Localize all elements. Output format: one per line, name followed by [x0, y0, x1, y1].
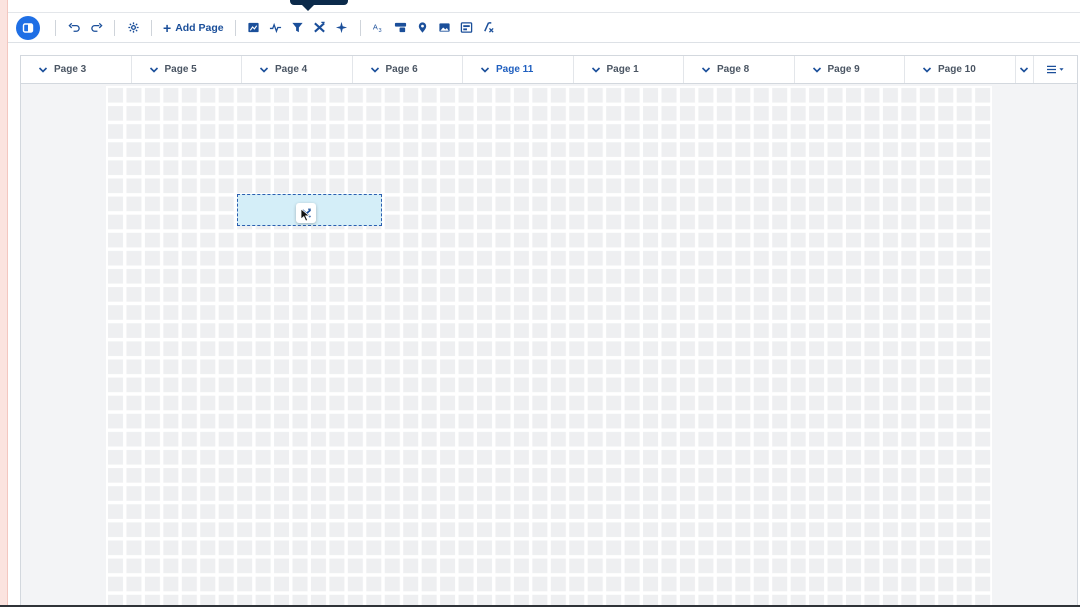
- tab-page-5[interactable]: Page 5: [132, 56, 242, 83]
- add-page-button[interactable]: + Add Page: [159, 16, 228, 40]
- tab-label: Page 4: [275, 64, 308, 75]
- panel-toggle-button[interactable]: [16, 15, 40, 40]
- line-chart-button[interactable]: [265, 16, 287, 40]
- tooltip: [290, 0, 348, 5]
- function-button[interactable]: [478, 16, 500, 40]
- line-chart-icon: [270, 22, 282, 34]
- caret-down-icon: [1059, 68, 1064, 71]
- tab-page-9[interactable]: Page 9: [795, 56, 905, 83]
- tooltip-arrow: [302, 5, 314, 11]
- hamburger-menu-icon: [1047, 65, 1057, 74]
- text-button[interactable]: A3: [368, 16, 390, 40]
- chevron-down-icon[interactable]: [812, 65, 822, 75]
- redo-button[interactable]: [85, 16, 107, 40]
- chevron-down-icon[interactable]: [1019, 65, 1029, 75]
- chevron-down-icon[interactable]: [259, 65, 269, 75]
- tab-page-10[interactable]: Page 10: [905, 56, 1016, 83]
- map-pin-icon: [418, 22, 427, 33]
- chevron-down-icon[interactable]: [149, 65, 159, 75]
- toolbar-divider: [234, 19, 236, 36]
- toolbar-divider: [151, 19, 152, 36]
- tab-label: Page 3: [54, 64, 87, 75]
- image-button[interactable]: [434, 16, 456, 40]
- shapes-button[interactable]: [390, 16, 412, 40]
- tab-page-8[interactable]: Page 8: [684, 56, 795, 83]
- function-icon: [484, 22, 494, 33]
- tab-page-11[interactable]: Page 11: [463, 56, 574, 83]
- tab-page-1[interactable]: Page 1: [574, 56, 684, 83]
- left-edge-strip: [0, 0, 8, 607]
- settings-icon: [127, 22, 139, 33]
- layout-grid[interactable]: [106, 86, 992, 605]
- image-icon: [439, 23, 450, 32]
- filter-icon: [292, 22, 303, 33]
- tab-page-6[interactable]: Page 6: [353, 56, 463, 83]
- add-page-label: Add Page: [175, 21, 224, 34]
- chevron-down-icon[interactable]: [591, 65, 601, 75]
- map-button[interactable]: [412, 16, 434, 40]
- table-button[interactable]: [456, 16, 478, 40]
- svg-text:A: A: [373, 22, 378, 31]
- toolbar: + Add Page A3: [8, 13, 1080, 43]
- panel-icon: [22, 22, 34, 33]
- text-icon: A3: [373, 22, 382, 34]
- add-icon: +: [163, 19, 172, 36]
- toolbar-divider: [55, 19, 56, 36]
- tab-label: Page 8: [717, 64, 750, 75]
- formula-icon: [314, 21, 325, 33]
- top-strip: [8, 0, 1080, 13]
- tab-page-4[interactable]: Page 4: [242, 56, 353, 83]
- sparkle-button[interactable]: [331, 16, 353, 40]
- tab-label: Page 1: [606, 64, 639, 75]
- tab-label: Page 6: [385, 64, 418, 75]
- undo-icon: [67, 22, 80, 32]
- tab-label: Page 10: [938, 64, 976, 75]
- tab-label: Page 5: [164, 64, 197, 75]
- chart-icon: [248, 22, 259, 33]
- formula-button[interactable]: [309, 16, 331, 40]
- shapes-icon: [395, 22, 407, 33]
- chart-button[interactable]: [243, 16, 265, 40]
- chevron-down-icon[interactable]: [480, 65, 490, 75]
- chevron-down-icon[interactable]: [701, 65, 711, 75]
- page-tab-bar: Page 3 Page 5 Page 4 Page 6 Page 11 Page…: [20, 55, 1078, 84]
- chevron-down-icon[interactable]: [38, 65, 48, 75]
- filter-button[interactable]: [287, 16, 309, 40]
- undo-button[interactable]: [63, 16, 85, 40]
- tab-label: Page 11: [496, 64, 534, 75]
- redo-icon: [90, 22, 103, 32]
- tab-page-3[interactable]: Page 3: [21, 56, 132, 83]
- svg-text:3: 3: [379, 28, 382, 34]
- tab-overflow[interactable]: [1016, 56, 1034, 83]
- tab-label: Page 9: [827, 64, 860, 75]
- toolbar-divider: [114, 19, 115, 36]
- chevron-down-icon[interactable]: [370, 65, 380, 75]
- mouse-cursor-icon: [300, 208, 311, 222]
- chevron-down-icon[interactable]: [922, 65, 932, 75]
- table-icon: [460, 22, 473, 33]
- sparkle-icon: [336, 21, 348, 34]
- page-menu-button[interactable]: [1034, 56, 1078, 83]
- settings-button[interactable]: [122, 16, 144, 40]
- toolbar-divider: [359, 19, 361, 36]
